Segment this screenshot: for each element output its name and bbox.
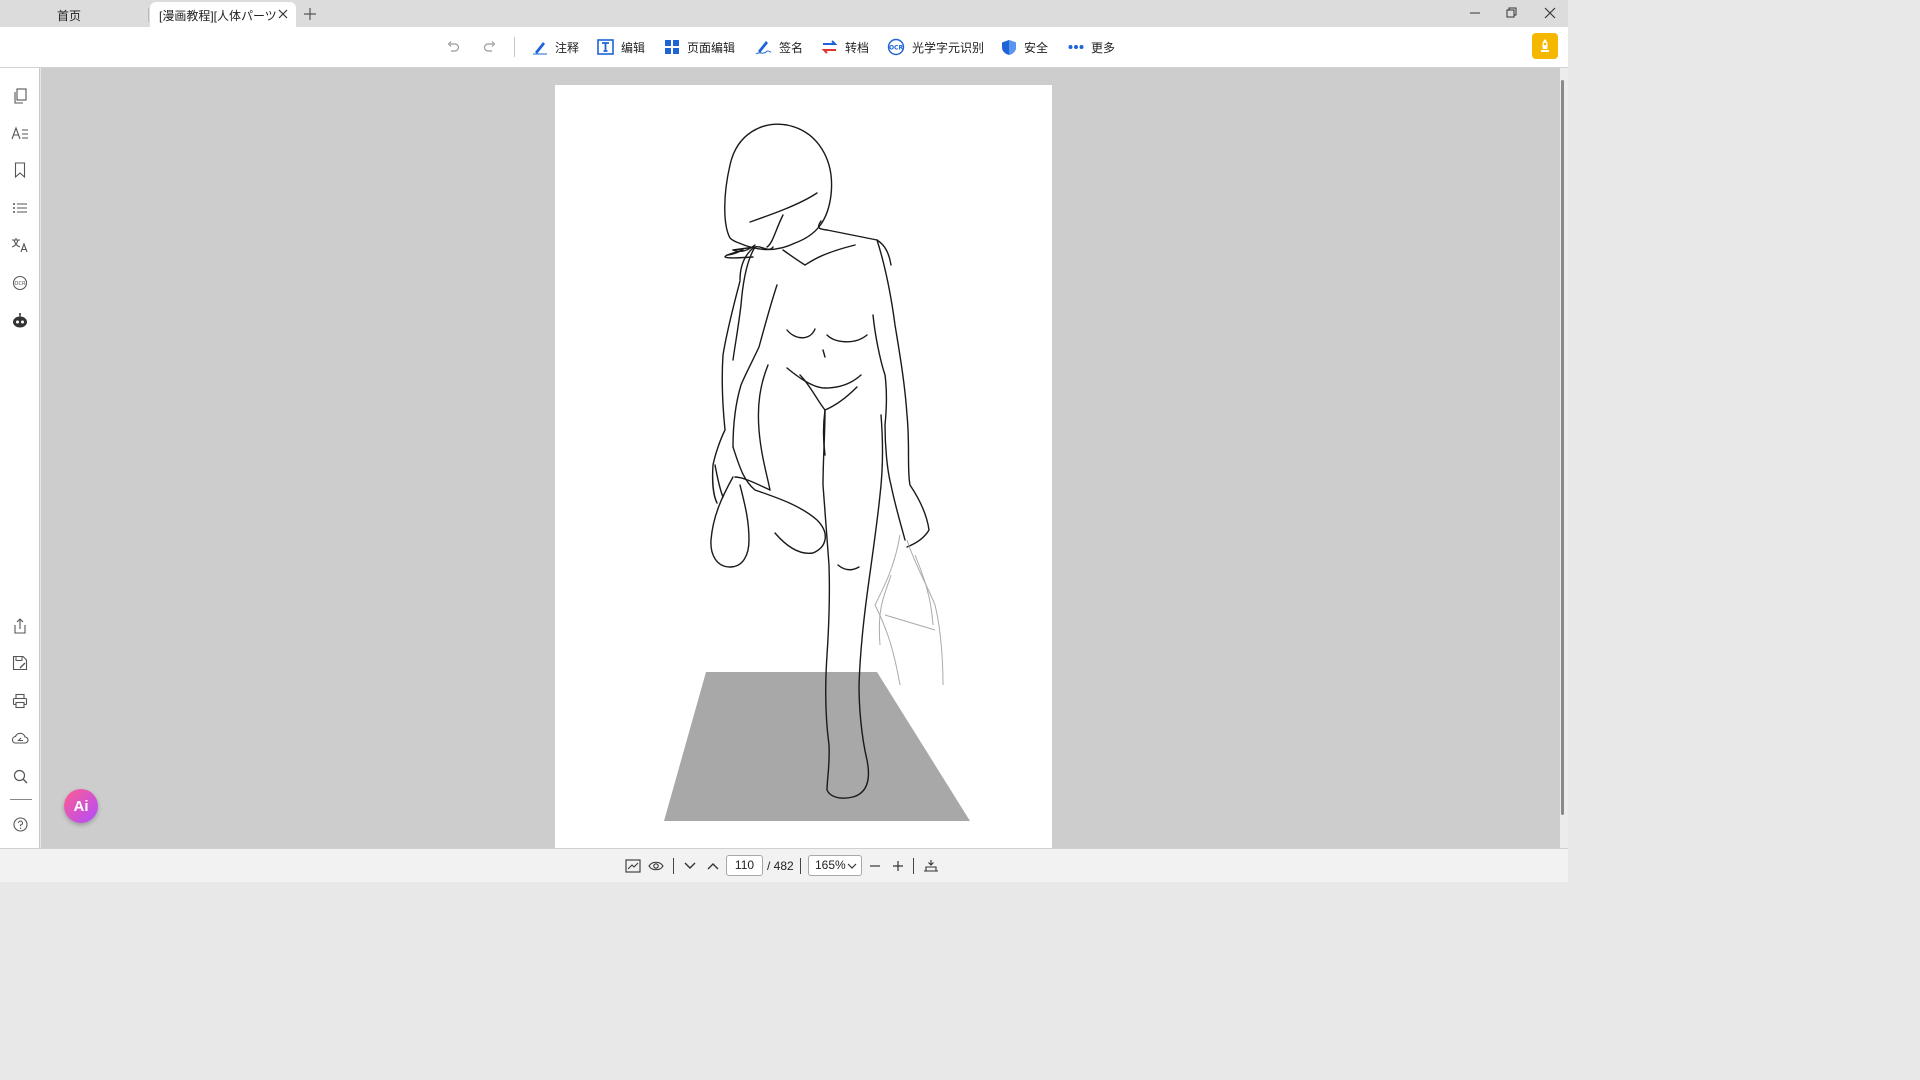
security-label: 安全 <box>1024 40 1049 55</box>
ocr-label: 光学字元识别 <box>912 40 985 55</box>
undo-button[interactable] <box>446 27 467 67</box>
main-toolbar: 注释 编辑 页面编辑 签名 转档 OCR 光学字元识别 安全 更多 <box>0 27 1568 68</box>
sidebar-divider <box>10 799 32 800</box>
share-icon[interactable] <box>11 617 29 635</box>
document-page <box>555 85 1052 848</box>
page-edit-label: 页面编辑 <box>687 40 736 55</box>
toolbar-divider <box>514 37 515 57</box>
bottom-divider <box>673 858 674 874</box>
fit-view-icon[interactable] <box>625 858 641 874</box>
grid-icon <box>665 40 679 54</box>
fit-width-icon <box>924 860 938 872</box>
zoom-in-button[interactable] <box>890 858 906 874</box>
more-label: 更多 <box>1091 40 1116 55</box>
premium-button[interactable] <box>1532 33 1558 59</box>
help-icon[interactable] <box>11 815 29 833</box>
fit-width-button[interactable] <box>923 858 939 874</box>
svg-text:OCR: OCR <box>889 45 904 52</box>
figure-drawing <box>664 123 970 821</box>
status-bar: 110 / 482 165% <box>0 848 1568 882</box>
tab-home[interactable]: 首页 <box>0 2 148 28</box>
tab-divider <box>148 8 149 22</box>
text-style-icon[interactable] <box>11 124 29 142</box>
page-total: / 482 <box>767 859 794 873</box>
outline-list-icon[interactable] <box>11 199 29 217</box>
next-page-button[interactable] <box>682 858 698 874</box>
pages-icon[interactable] <box>11 87 29 105</box>
annotate-button[interactable]: 注释 <box>532 27 579 67</box>
zoom-value: 165% <box>815 858 846 872</box>
edit-text-icon <box>597 39 614 55</box>
pen-icon <box>533 42 547 55</box>
redo-button[interactable] <box>483 27 504 67</box>
tab-home-label: 首页 <box>56 8 81 23</box>
chevron-down-icon <box>684 862 696 869</box>
rocket-icon <box>1541 39 1549 52</box>
zoom-out-button[interactable] <box>867 858 883 874</box>
tab-document-label: [漫画教程][人体パーツ素... <box>159 8 277 23</box>
annotate-label: 注释 <box>555 40 580 55</box>
ocr-sidebar-icon[interactable]: OCR <box>11 274 29 292</box>
ai-robot-icon[interactable] <box>11 312 29 330</box>
bottom-divider <box>913 858 914 874</box>
edit-button[interactable]: 编辑 <box>597 27 645 67</box>
chevron-up-icon <box>707 863 719 870</box>
minus-icon <box>870 865 880 867</box>
plus-icon <box>893 861 903 871</box>
save-as-icon[interactable] <box>11 654 29 672</box>
page-number-input[interactable]: 110 <box>726 855 763 876</box>
eye-icon[interactable] <box>648 858 664 874</box>
translate-icon[interactable] <box>11 236 29 254</box>
signature-icon <box>755 41 772 55</box>
ai-assistant-button[interactable]: Ai <box>64 789 98 823</box>
new-tab-button[interactable] <box>302 6 318 22</box>
document-canvas[interactable] <box>41 68 1561 848</box>
tab-document[interactable]: [漫画教程][人体パーツ素... <box>150 2 296 28</box>
bookmark-icon[interactable] <box>11 161 29 179</box>
print-icon[interactable] <box>11 692 29 710</box>
minimize-button[interactable] <box>1460 4 1490 22</box>
chevron-down-icon <box>847 863 857 869</box>
shield-icon <box>1002 39 1016 55</box>
sign-button[interactable]: 签名 <box>755 27 803 67</box>
undo-icon <box>447 41 460 52</box>
zoom-select[interactable]: 165% <box>808 855 862 876</box>
close-icon[interactable] <box>276 7 290 21</box>
tab-bar: 首页 [漫画教程][人体パーツ素... <box>0 0 1568 28</box>
ocr-button[interactable]: OCR 光学字元识别 <box>887 27 984 67</box>
more-button[interactable]: 更多 <box>1068 27 1115 67</box>
convert-icon <box>821 40 838 54</box>
more-dots-icon <box>1068 45 1084 49</box>
bottom-divider <box>800 858 801 874</box>
ocr-icon: OCR <box>887 38 905 56</box>
ai-button-label: Ai <box>73 797 89 815</box>
scrollbar-thumb[interactable] <box>1561 80 1564 815</box>
search-icon[interactable] <box>11 767 29 785</box>
convert-button[interactable]: 转档 <box>821 27 869 67</box>
cloud-icon[interactable] <box>11 729 29 747</box>
page-edit-button[interactable]: 页面编辑 <box>664 27 735 67</box>
convert-label: 转档 <box>845 40 870 55</box>
left-sidebar: OCR <box>0 68 40 848</box>
previous-page-button[interactable] <box>705 858 721 874</box>
svg-text:OCR: OCR <box>15 281 26 287</box>
security-button[interactable]: 安全 <box>1001 27 1048 67</box>
restore-button[interactable] <box>1497 4 1527 22</box>
close-window-button[interactable] <box>1535 4 1565 22</box>
redo-icon <box>483 41 496 52</box>
edit-label: 编辑 <box>621 40 646 55</box>
sign-label: 签名 <box>779 40 804 55</box>
